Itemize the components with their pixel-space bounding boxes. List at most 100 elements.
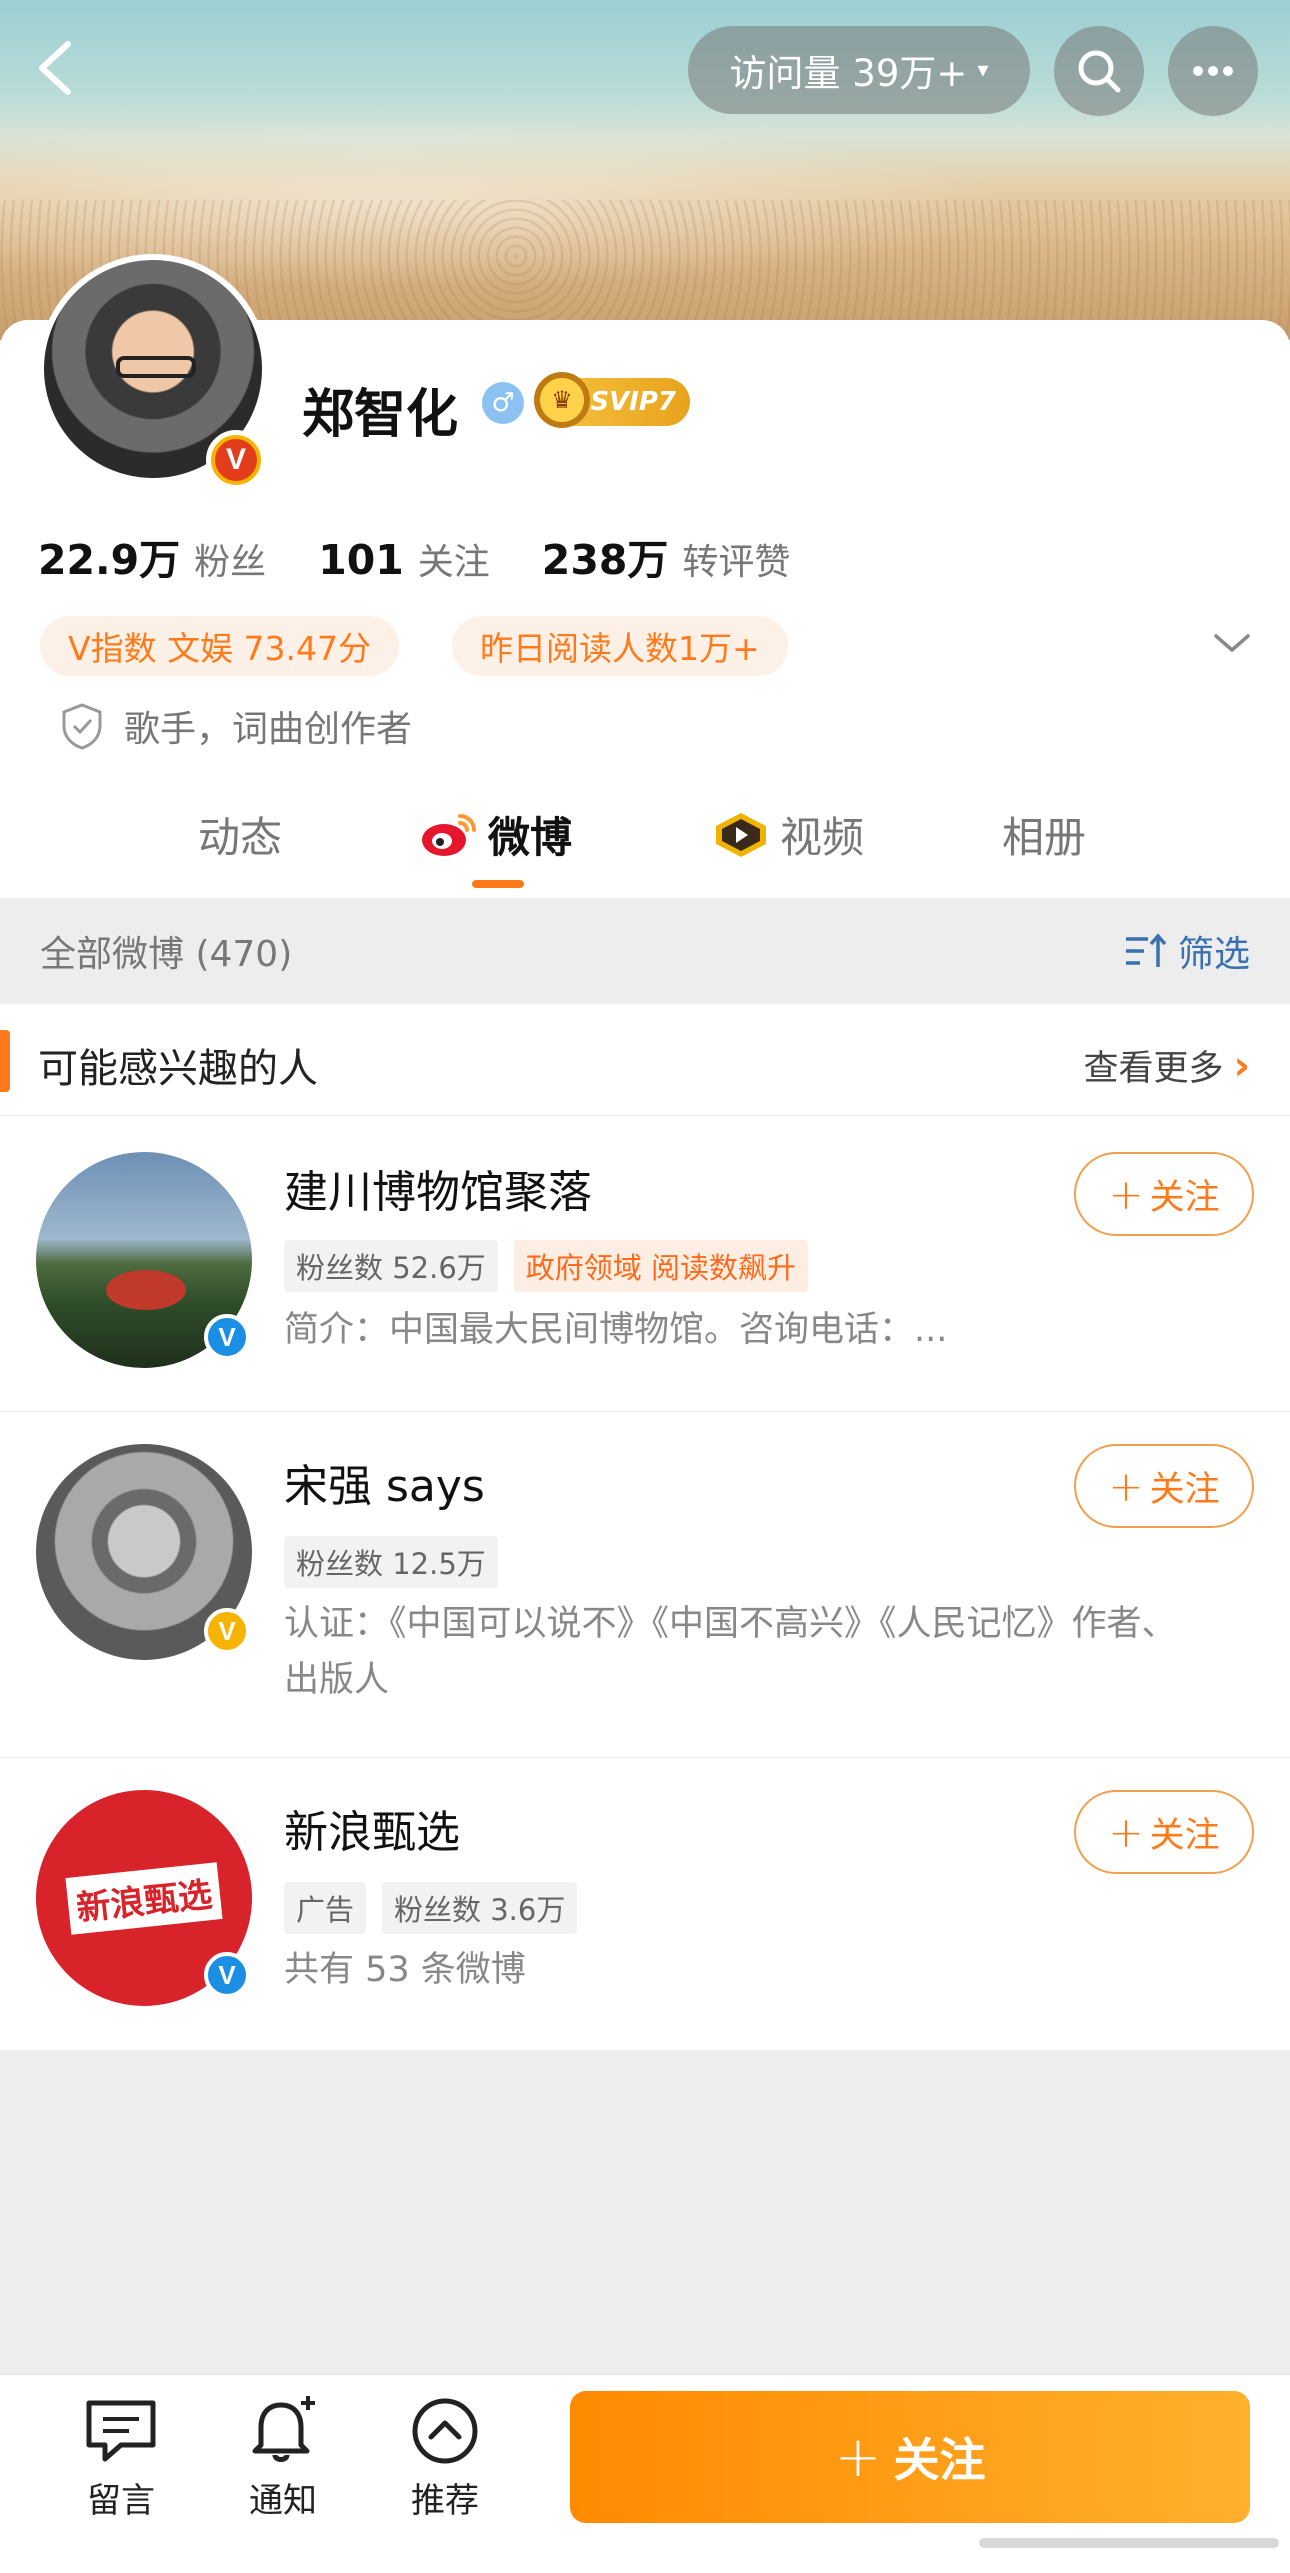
profile-stats: 22.9万 粉丝 101 关注 238万 转评赞: [38, 526, 842, 586]
plus-icon: +: [1108, 1461, 1144, 1511]
profile-tabs: 动态 微博 视频 相册: [0, 790, 1290, 890]
section-accent-bar: [0, 1030, 10, 1092]
person-description: 共有 53 条微博: [284, 1950, 526, 1990]
video-play-icon: [716, 812, 766, 857]
list-item[interactable]: 新浪甄选 V 新浪甄选 广告 粉丝数 3.6万 共有 53 条微博 + 关注: [0, 1758, 1290, 2050]
verified-blue-badge-icon: V: [204, 1314, 250, 1360]
expand-chevron-icon[interactable]: [1212, 628, 1252, 658]
tab-album[interactable]: 相册: [1002, 804, 1086, 865]
person-description: 认证：《中国可以说不》《中国不高兴》《人民记忆》作者、出版人: [284, 1604, 1177, 1700]
follow-main-button[interactable]: + 关注: [570, 2391, 1250, 2523]
person-name[interactable]: 新浪甄选: [284, 1796, 460, 1860]
verification-text: 歌手，词曲创作者: [124, 709, 413, 750]
verified-v-icon: V: [215, 439, 257, 481]
see-more-label: 查看更多: [1083, 1049, 1224, 1089]
visits-count-label: 访问量 39万+: [729, 52, 968, 95]
tab-label: 微博: [488, 813, 573, 862]
follow-main-label: 关注: [893, 2433, 986, 2487]
search-button[interactable]: [1054, 26, 1144, 116]
recommended-people-section: 可能感兴趣的人 查看更多 › V 建川博物馆聚落 粉丝数 52.6万 政府领域 阅…: [0, 1004, 1290, 2050]
male-gender-icon: ♂: [482, 382, 524, 424]
shield-check-icon: [62, 703, 102, 750]
follow-button[interactable]: + 关注: [1074, 1790, 1254, 1874]
svip-label: SVIP7: [590, 387, 676, 417]
filter-sort-icon: [1125, 933, 1167, 967]
chevron-down-icon: ▾: [977, 57, 989, 83]
tab-label: 视频: [780, 813, 865, 862]
recommendations-title: 可能感兴趣的人: [38, 1046, 318, 1092]
follow-button[interactable]: + 关注: [1074, 1444, 1254, 1528]
notify-button[interactable]: 通知: [228, 2393, 338, 2522]
plus-icon: +: [1108, 1807, 1144, 1857]
fans-tag: 粉丝数 12.5万: [284, 1536, 498, 1588]
visits-count-button[interactable]: 访问量 39万+ ▾: [688, 26, 1030, 114]
person-tags: 广告 粉丝数 3.6万: [284, 1882, 578, 1934]
more-dots-icon: [1193, 66, 1233, 76]
message-button[interactable]: 留言: [66, 2393, 176, 2522]
person-tags: 粉丝数 12.5万: [284, 1536, 498, 1588]
follow-label: 关注: [1149, 1469, 1220, 1510]
stat-followers[interactable]: 22.9万 粉丝: [38, 526, 266, 586]
filter-label: 筛选: [1177, 934, 1250, 975]
svip-badge[interactable]: ♛ SVIP7: [534, 372, 690, 428]
recommend-up-icon: [412, 2398, 478, 2464]
recommend-button[interactable]: 推荐: [390, 2393, 500, 2522]
see-more-link[interactable]: 查看更多 ›: [1084, 1040, 1251, 1091]
verified-blue-badge-icon: V: [204, 1952, 250, 1998]
following-label: 关注: [417, 542, 490, 583]
reads-tag[interactable]: 昨日阅读人数1万+: [452, 616, 788, 676]
following-count: 101: [318, 536, 404, 584]
follow-button[interactable]: + 关注: [1074, 1152, 1254, 1236]
message-label: 留言: [87, 2481, 155, 2521]
followers-count: 22.9万: [38, 536, 181, 584]
bell-plus-icon: [252, 2396, 315, 2462]
filter-button[interactable]: 筛选: [1124, 925, 1250, 977]
avatar-glasses: [116, 356, 196, 378]
tab-dynamics[interactable]: 动态: [198, 804, 282, 865]
stat-interactions[interactable]: 238万 转评赞: [542, 526, 791, 586]
verified-yellow-badge-icon: V: [204, 1608, 250, 1654]
tab-label: 动态: [198, 813, 283, 862]
message-icon: [86, 2400, 156, 2462]
ad-tag: 广告: [284, 1882, 367, 1934]
crown-icon: ♛: [534, 372, 590, 428]
tab-weibo[interactable]: 微博: [418, 804, 572, 865]
person-tags: 粉丝数 52.6万 政府领域 阅读数飙升: [284, 1240, 809, 1292]
watermark-dots: [979, 2538, 1279, 2548]
tab-video[interactable]: 视频: [712, 804, 864, 865]
person-description: 简介：中国最大民间博物馆。咨询电话：...: [284, 1310, 948, 1350]
tab-label: 相册: [1002, 813, 1087, 862]
followers-label: 粉丝: [194, 542, 267, 583]
stat-following[interactable]: 101 关注: [318, 533, 490, 585]
more-options-button[interactable]: [1168, 26, 1258, 116]
person-name[interactable]: 建川博物馆聚落: [284, 1156, 592, 1220]
domain-tag: 政府领域 阅读数飙升: [513, 1240, 809, 1292]
follow-label: 关注: [1149, 1177, 1220, 1218]
avatar-logo-text: 新浪甄选: [65, 1861, 223, 1935]
notify-label: 通知: [249, 2481, 317, 2521]
follow-label: 关注: [1149, 1815, 1220, 1856]
back-button[interactable]: [30, 38, 80, 98]
interactions-count: 238万: [541, 536, 669, 584]
v-index-tag[interactable]: V指数 文娱 73.47分: [40, 616, 400, 676]
verified-badge: V: [206, 430, 266, 490]
profile-name: 郑智化: [302, 385, 459, 445]
verification-row: 歌手，词曲创作者: [60, 700, 412, 752]
person-name[interactable]: 宋强 says: [284, 1450, 485, 1514]
fans-tag: 粉丝数 52.6万: [284, 1240, 498, 1292]
list-item[interactable]: V 建川博物馆聚落 粉丝数 52.6万 政府领域 阅读数飙升 简介：中国最大民间…: [0, 1116, 1290, 1412]
weibo-count-label: 全部微博 (470): [40, 934, 293, 975]
plus-icon: +: [834, 2424, 882, 2490]
chevron-right-icon: ›: [1233, 1042, 1250, 1089]
plus-icon: +: [1108, 1169, 1144, 1219]
back-arrow-icon: [39, 41, 71, 95]
fans-tag: 粉丝数 3.6万: [382, 1882, 578, 1934]
list-item[interactable]: V 宋强 says 粉丝数 12.5万 认证：《中国可以说不》《中国不高兴》《人…: [0, 1412, 1290, 1758]
recommendations-header: 可能感兴趣的人 查看更多 ›: [0, 1004, 1290, 1116]
weibo-logo-icon: [422, 813, 476, 856]
interactions-label: 转评赞: [682, 542, 791, 583]
weibo-filter-bar: 全部微博 (470) 筛选: [0, 898, 1290, 1004]
search-icon: [1078, 50, 1121, 93]
recommend-label: 推荐: [411, 2481, 479, 2521]
avatar-plaza-shape: [106, 1270, 186, 1310]
